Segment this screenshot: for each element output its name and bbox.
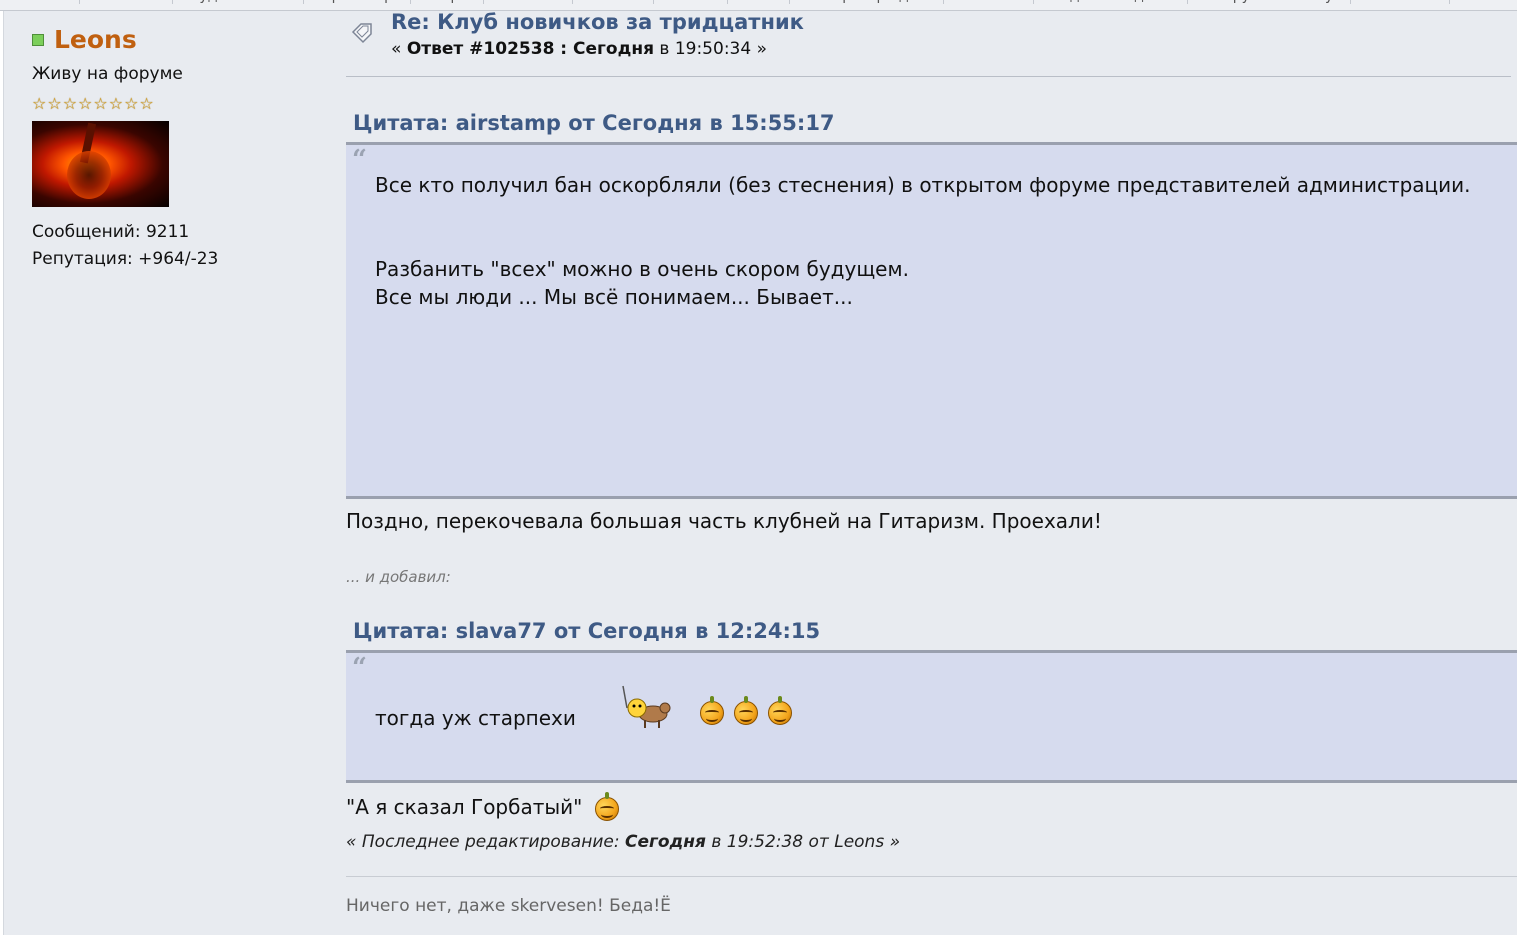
smiley-icon — [768, 696, 792, 725]
nav-item[interactable]: Новинки — [1351, 0, 1450, 4]
last-edit-info: « Последнее редактирование: Сегодня в 19… — [346, 832, 901, 852]
rider-smiley-icon — [617, 684, 671, 730]
smiley-group — [700, 696, 792, 725]
online-status-icon — [32, 33, 44, 46]
reply-text-2: "А я сказал Горбатый" — [346, 795, 583, 819]
poster-title: Живу на форуме — [32, 64, 183, 84]
star-icon: ☆ — [47, 94, 62, 113]
quote-header-2[interactable]: Цитата: slava77 от Сегодня в 12:24:15 — [353, 619, 820, 643]
poster-name-link[interactable]: Leons — [54, 25, 137, 54]
guitar-body — [67, 151, 111, 199]
smiley-icon — [734, 696, 758, 725]
post-subject-link[interactable]: Re: Клуб новичков за тридцатник — [391, 10, 804, 34]
nav-item[interactable]: Петру Ивановичу — [1188, 0, 1352, 4]
nav-item[interactable]: Новое — [0, 0, 80, 4]
quote-1-line-2: Разбанить "всех" можно в очень скором бу… — [375, 257, 909, 281]
star-icon: ☆ — [139, 94, 154, 113]
nav-item[interactable]: Просмотр — [304, 0, 411, 4]
nav-item[interactable]: Работы — [484, 0, 573, 4]
reply-text-1: Поздно, перекочевала большая часть клубн… — [346, 509, 1102, 533]
nav-item[interactable]: Софт — [411, 0, 485, 4]
nav-item[interactable]: Копии — [573, 0, 654, 4]
nav-item[interactable]: Чак-Чак — [80, 0, 173, 4]
post-icon — [351, 23, 372, 44]
nav-item[interactable]: Чакоты — [944, 0, 1034, 4]
reputation: Репутация: +964/-23 — [32, 249, 219, 269]
post-header: Re: Клуб новичков за тридцатник « Ответ … — [346, 8, 1511, 77]
nav-item[interactable]: Аудиозаписи — [173, 0, 305, 4]
reply-number-link[interactable]: Ответ #102538 : Сегодня — [407, 39, 654, 59]
quote-1-line-3: Все мы люди ... Мы всё понимаем... Бывае… — [375, 285, 853, 309]
star-icon: ☆ — [32, 94, 47, 113]
post-meta: « Ответ #102538 : Сегодня в 19:50:34 » — [391, 39, 767, 59]
nav-item[interactable]: Под итог ждали — [1034, 0, 1189, 4]
signature: Ничего нет, даже skervesen! Беда!Ё — [346, 896, 671, 916]
star-icon: ☆ — [93, 94, 108, 113]
quote-header-1[interactable]: Цитата: airstamp от Сегодня в 15:55:17 — [353, 111, 835, 135]
quote-box-2: “ тогда уж старпехи — [346, 650, 1517, 783]
signature-separator — [346, 876, 1517, 877]
star-icon: ☆ — [62, 94, 78, 113]
quote-2-text: тогда уж старпехи — [375, 706, 576, 730]
quote-mark-icon: “ — [352, 145, 367, 175]
star-icon: ☆ — [78, 94, 93, 113]
quote-1-line-1: Все кто получил бан оскорбляли (без стес… — [375, 173, 1471, 197]
quote-mark-icon: “ — [352, 653, 367, 683]
rank-stars: ☆ ☆ ☆ ☆ ☆ ☆ ☆ ☆ — [32, 96, 322, 112]
star-icon: ☆ — [108, 94, 124, 113]
nav-item[interactable]: Бон — [728, 0, 791, 4]
smiley-icon — [700, 696, 724, 725]
reply-text-2-row: "А я сказал Горбатый" — [346, 791, 619, 821]
smiley-icon — [594, 791, 619, 821]
added-label: ... и добавил: — [346, 568, 451, 586]
nav-item[interactable]: Тимы — [654, 0, 729, 4]
avatar[interactable] — [32, 121, 169, 207]
quote-box-1: “ Все кто получил бан оскорбляли (без ст… — [346, 142, 1517, 499]
poster-info: Leons Живу на форуме ☆ ☆ ☆ ☆ ☆ ☆ ☆ ☆ Сообщений:… — [32, 25, 322, 273]
star-icon: ☆ — [124, 94, 139, 113]
nav-item[interactable]: Генератор идей — [790, 0, 945, 4]
post-count: Сообщений: 9211 — [32, 222, 190, 242]
